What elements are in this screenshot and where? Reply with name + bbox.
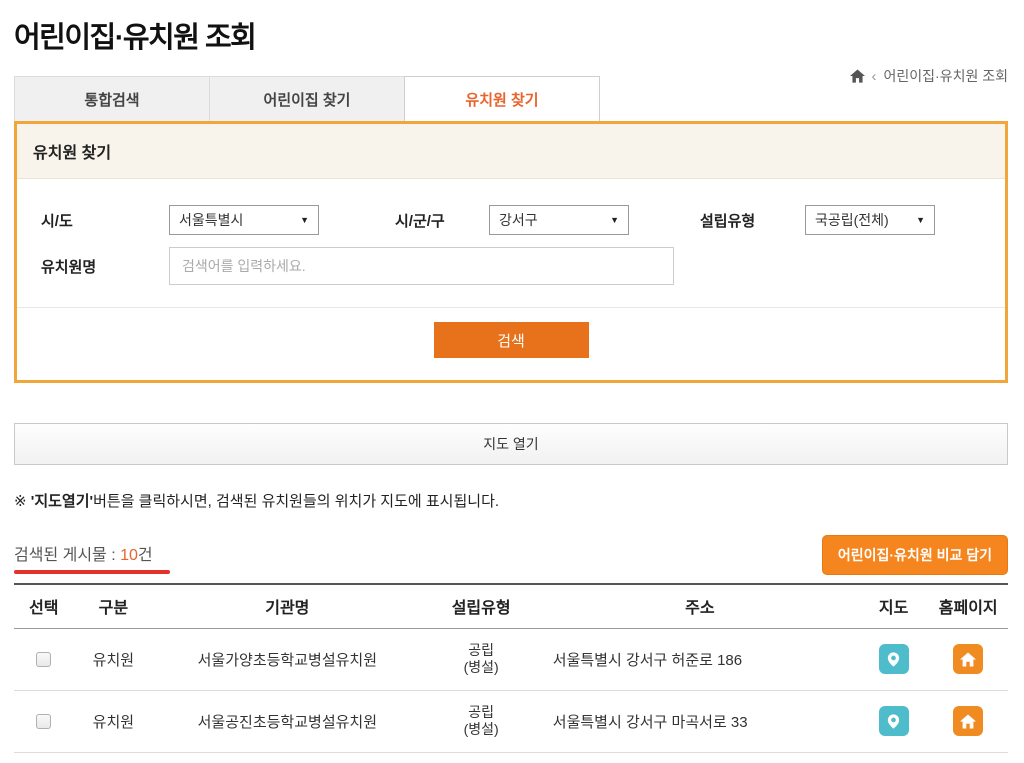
row-checkbox[interactable]: [36, 652, 51, 667]
sigungu-select[interactable]: 강서구 ▼: [489, 205, 629, 235]
tab-integrated-search[interactable]: 통합검색: [14, 76, 210, 121]
homepage-icon[interactable]: [953, 706, 983, 736]
kindergarten-name-input[interactable]: [169, 247, 674, 285]
red-annotation-underline: [14, 570, 170, 574]
col-header-setup: 설립유형: [422, 584, 541, 628]
table-row: 유치원 서울공진초등학교병설유치원 공립 (병설) 서울특별시 강서구 마곡서로…: [14, 690, 1008, 752]
home-icon[interactable]: [850, 69, 865, 83]
row-type: 유치원: [74, 690, 154, 752]
compare-button[interactable]: 어린이집·유치원 비교 담기: [822, 535, 1008, 575]
col-header-map: 지도: [859, 584, 929, 628]
table-row: 유치원 서울가양초등학교병설유치원 공립 (병설) 서울특별시 강서구 허준로 …: [14, 628, 1008, 690]
setup-line1: 공립: [422, 704, 541, 721]
tab-kindergarten-search[interactable]: 유치원 찾기: [404, 76, 600, 121]
breadcrumb-current: 어린이집·유치원 조회: [884, 66, 1008, 86]
results-header: 검색된 게시물 : 10건 어린이집·유치원 비교 담기: [14, 535, 1008, 575]
row-setup-type: 공립 (병설): [422, 690, 541, 752]
result-count-suffix: 건: [138, 547, 153, 564]
chevron-down-icon: ▼: [916, 215, 925, 225]
map-pin-icon[interactable]: [879, 706, 909, 736]
row-type: 유치원: [74, 628, 154, 690]
sido-select[interactable]: 서울특별시 ▼: [169, 205, 319, 235]
result-count-value: 10: [120, 547, 138, 564]
row-address: 서울특별시 강서구 허준로 186: [541, 628, 859, 690]
setup-line2: (병설): [422, 721, 541, 738]
table-header-row: 선택 구분 기관명 설립유형 주소 지도 홈페이지: [14, 584, 1008, 628]
col-header-select: 선택: [14, 584, 74, 628]
sigungu-select-value: 강서구: [499, 210, 538, 230]
results-table: 선택 구분 기관명 설립유형 주소 지도 홈페이지 유치원 서울가양초등학교병설…: [14, 583, 1008, 753]
search-panel: 유치원 찾기 시/도 서울특별시 ▼ 시/군/구 강서구 ▼ 설립유형 국공립(…: [14, 121, 1008, 383]
open-map-button[interactable]: 지도 열기: [14, 423, 1008, 465]
col-header-name: 기관명: [153, 584, 421, 628]
setup-type-select[interactable]: 국공립(전체) ▼: [805, 205, 935, 235]
row-setup-type: 공립 (병설): [422, 628, 541, 690]
page-container: 어린이집·유치원 조회 ‹ 어린이집·유치원 조회 통합검색 어린이집 찾기 유…: [0, 14, 1024, 753]
col-header-homepage: 홈페이지: [928, 584, 1008, 628]
sigungu-label: 시/군/구: [395, 210, 489, 231]
setup-type-select-value: 국공립(전체): [815, 210, 889, 230]
search-form: 시/도 서울특별시 ▼ 시/군/구 강서구 ▼ 설립유형 국공립(전체) ▼ 유…: [17, 179, 1005, 307]
breadcrumb-separator: ‹: [872, 68, 877, 85]
search-panel-title: 유치원 찾기: [17, 124, 1005, 179]
row-institution-name: 서울가양초등학교병설유치원: [153, 628, 421, 690]
sido-label: 시/도: [41, 210, 169, 231]
note-prefix: ※: [14, 493, 31, 510]
map-pin-icon[interactable]: [879, 644, 909, 674]
search-button[interactable]: 검색: [434, 322, 589, 358]
note-rest: 버튼을 클릭하시면, 검색된 유치원들의 위치가 지도에 표시됩니다.: [93, 493, 499, 510]
map-note: ※ '지도열기'버튼을 클릭하시면, 검색된 유치원들의 위치가 지도에 표시됩…: [14, 490, 1008, 511]
chevron-down-icon: ▼: [610, 215, 619, 225]
page-title: 어린이집·유치원 조회: [14, 14, 1008, 56]
col-header-type: 구분: [74, 584, 154, 628]
breadcrumb: ‹ 어린이집·유치원 조회: [850, 66, 1008, 86]
sido-select-value: 서울특별시: [179, 210, 243, 230]
row-institution-name: 서울공진초등학교병설유치원: [153, 690, 421, 752]
kindergarten-name-label: 유치원명: [41, 256, 169, 277]
result-count-label: 검색된 게시물 :: [14, 547, 120, 564]
row-address: 서울특별시 강서구 마곡서로 33: [541, 690, 859, 752]
tab-daycare-search[interactable]: 어린이집 찾기: [209, 76, 405, 121]
chevron-down-icon: ▼: [300, 215, 309, 225]
setup-line1: 공립: [422, 642, 541, 659]
row-checkbox[interactable]: [36, 714, 51, 729]
setup-line2: (병설): [422, 659, 541, 676]
homepage-icon[interactable]: [953, 644, 983, 674]
col-header-address: 주소: [541, 584, 859, 628]
setup-type-label: 설립유형: [700, 210, 805, 231]
note-highlight: '지도열기': [31, 493, 93, 510]
